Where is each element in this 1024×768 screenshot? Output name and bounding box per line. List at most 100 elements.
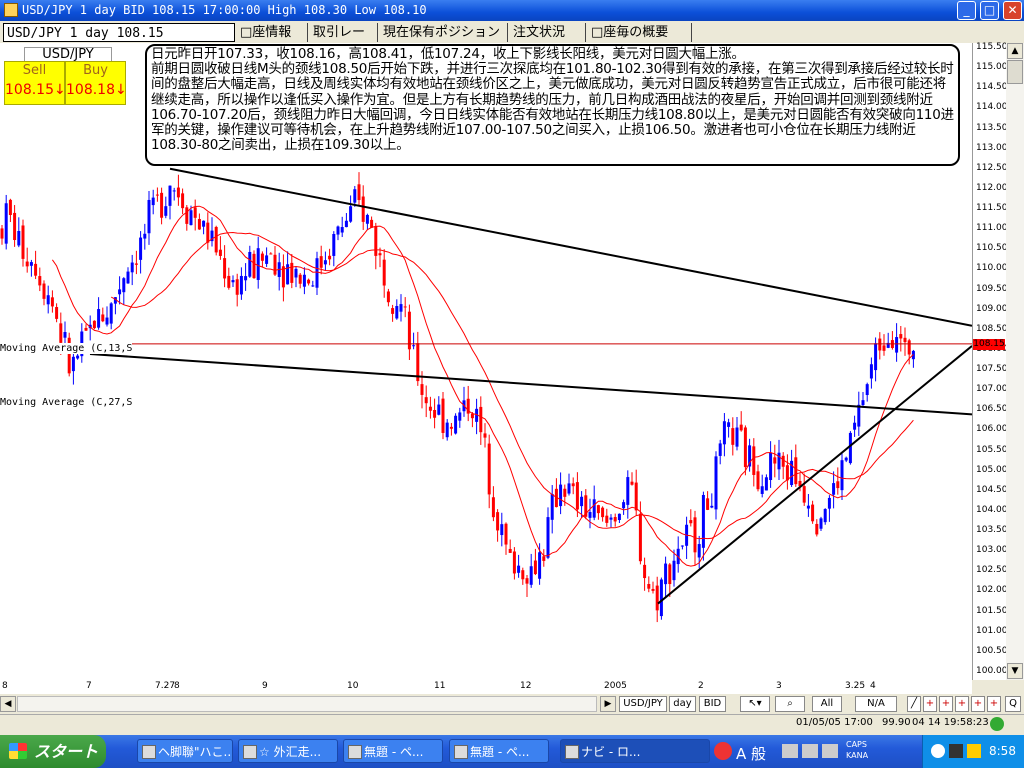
quote-widget: USD/JPY Sell 108.15↓ Buy 108.18↓ [4, 47, 127, 105]
window-icon [243, 745, 257, 759]
candle-body [630, 481, 634, 485]
minimize-button[interactable]: _ [957, 1, 976, 20]
tray-icon[interactable] [949, 744, 963, 758]
cross-tool-icon[interactable]: + [939, 696, 953, 712]
tray-icon[interactable] [931, 744, 945, 758]
candle-body [601, 507, 605, 518]
tab-bar: USD/JPY 1 day 108.15 17:00:00 □座情報 取引レート… [0, 21, 1024, 60]
window-icon [348, 745, 362, 759]
candle-body [97, 309, 101, 328]
symbol-button[interactable]: USD/JPY [619, 696, 667, 712]
tab-positions[interactable]: 現在保有ポジション [380, 23, 508, 42]
candle-body [399, 304, 403, 312]
tab-account-summary[interactable]: □座毎の概要 [588, 23, 692, 42]
tab-orders[interactable]: 注文状況 [510, 23, 586, 42]
candle-body [605, 515, 609, 523]
sell-box[interactable]: Sell 108.15↓ [4, 61, 66, 105]
candle-body [718, 443, 722, 456]
start-button[interactable]: スタート [0, 735, 106, 768]
horizontal-scrollbar[interactable] [17, 696, 597, 712]
candle-body [412, 345, 416, 347]
candle-body [546, 517, 550, 558]
candle-body [433, 409, 437, 418]
zoom-tool-icon[interactable]: ⌕ [775, 696, 805, 712]
na-button[interactable]: N/A [855, 696, 897, 712]
close-button[interactable]: ✕ [1003, 1, 1022, 20]
price-tick-label: 100.50 [976, 645, 1008, 656]
tab-account-info[interactable]: □座情報 [237, 23, 308, 42]
price-tick-label: 104.50 [976, 484, 1008, 495]
maximize-button[interactable]: □ [980, 1, 999, 20]
candle-body [386, 291, 390, 303]
cross-tool-icon[interactable]: + [987, 696, 1001, 712]
date-tick-label: 8 [174, 681, 180, 691]
scroll-up-icon[interactable]: ▲ [1007, 43, 1023, 59]
scroll-right-icon[interactable]: ▶ [600, 696, 616, 712]
search-icon[interactable]: Q [1005, 696, 1021, 712]
all-button[interactable]: All [812, 696, 842, 712]
scroll-left-icon[interactable]: ◀ [0, 696, 16, 712]
volume-icon[interactable] [967, 744, 981, 758]
ime-indicator[interactable]: A 般 [736, 743, 766, 764]
tab-chart[interactable]: USD/JPY 1 day 108.15 17:00:00 [3, 23, 235, 60]
clock[interactable]: 8:58 [989, 744, 1016, 758]
candle-body [328, 255, 332, 260]
candle-body [181, 193, 185, 209]
date-tick-label: 2 [698, 681, 704, 691]
candle-body [664, 563, 668, 585]
buy-box[interactable]: Buy 108.18↓ [65, 61, 127, 105]
candle-body [865, 384, 869, 396]
candle-body [214, 226, 218, 253]
candle-body [437, 404, 441, 415]
cross-tool-icon[interactable]: + [971, 696, 985, 712]
scroll-down-icon[interactable]: ▼ [1007, 663, 1023, 679]
candle-body [361, 196, 365, 222]
candle-body [269, 253, 273, 255]
cursor-tool-icon[interactable]: ↖▾ [740, 696, 770, 712]
ime-tool-icon[interactable] [802, 744, 818, 758]
candle-body [735, 427, 739, 447]
task-button-2[interactable]: ☆ 外汇走... [238, 739, 338, 763]
price-type-button[interactable]: BID [699, 696, 726, 712]
vertical-scrollbar[interactable]: ▲ ▼ [1006, 43, 1024, 680]
price-tick-label: 112.00 [976, 182, 1008, 193]
period-button[interactable]: day [669, 696, 696, 712]
ime-tool-icon[interactable] [822, 744, 838, 758]
candle-body [571, 483, 575, 487]
task-button-5[interactable]: ナビ - ロ... [560, 739, 710, 763]
candle-body [596, 505, 600, 514]
candle-body [575, 482, 579, 510]
candle-body [756, 471, 760, 490]
cross-tool-icon[interactable]: + [923, 696, 937, 712]
candle-body [882, 345, 886, 351]
candle-body [588, 512, 592, 518]
status-clock: 04 14 19:58:23 [912, 717, 989, 728]
candle-body [487, 443, 491, 495]
candle-body [38, 276, 42, 286]
candle-body [567, 483, 571, 494]
app-tray-icon[interactable] [714, 742, 732, 760]
candle-body [122, 278, 126, 293]
task-button-4[interactable]: 無題 - ペ... [449, 739, 549, 763]
cross-tool-icon[interactable]: + [955, 696, 969, 712]
task-button-3[interactable]: 無題 - ペ... [343, 739, 443, 763]
price-tick-label: 103.50 [976, 525, 1008, 536]
candle-body [189, 210, 193, 226]
candle-body [529, 566, 533, 585]
candle-body [827, 497, 831, 509]
candle-body [609, 517, 613, 520]
line-tool-icon[interactable]: ╱ [907, 696, 921, 712]
candle-body [290, 262, 294, 283]
ime-tool-icon[interactable] [782, 744, 798, 758]
candle-body [109, 303, 113, 324]
scroll-thumb[interactable] [1007, 60, 1023, 84]
tab-rates[interactable]: 取引レート [310, 23, 378, 59]
candle-body [647, 583, 651, 589]
down-arrow-icon: ↓ [54, 82, 66, 98]
candle-body [491, 497, 495, 518]
candle-body [714, 456, 718, 510]
price-tick-label: 115.00 [976, 62, 1008, 73]
task-button-1[interactable]: ヘ脚聯"ハこ... [137, 739, 233, 763]
candle-body [832, 483, 836, 495]
price-tick-label: 106.50 [976, 404, 1008, 415]
